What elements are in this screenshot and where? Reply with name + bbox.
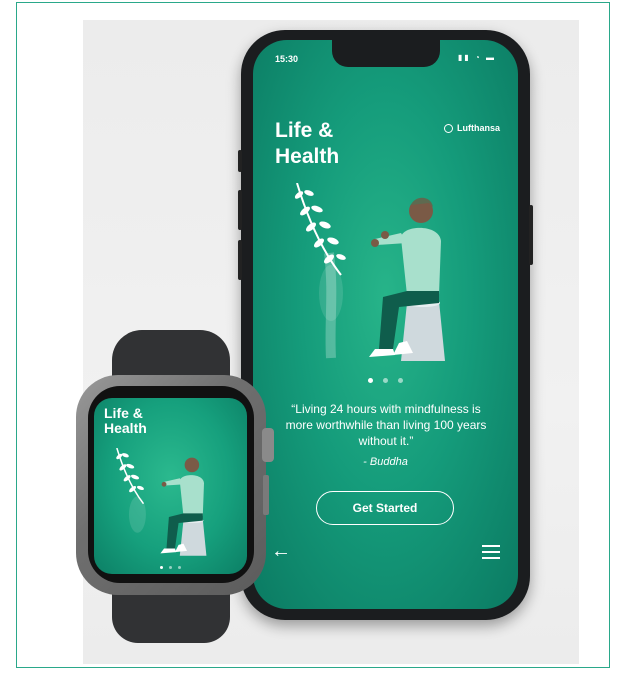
watch-side-button[interactable] <box>263 475 269 515</box>
arrow-left-icon[interactable]: ← <box>271 540 291 563</box>
phone-power-button <box>529 205 533 265</box>
carousel-dot[interactable] <box>368 378 373 383</box>
get-started-button[interactable]: Get Started <box>316 491 454 525</box>
watch-meditation-illustration <box>116 448 207 556</box>
hamburger-menu-icon[interactable] <box>482 545 500 563</box>
brand-name: Lufthansa <box>456 123 500 133</box>
carousel-dot[interactable] <box>178 566 181 569</box>
quote-author: - Buddha <box>363 456 408 468</box>
carousel-dots <box>253 378 518 383</box>
carousel-dot[interactable] <box>160 566 163 569</box>
phone-device: 15:30 ▮▮ ◔ ▬ Life & Health Lufthansa “Li… <box>238 30 533 620</box>
app-title: Life & Health <box>275 118 395 170</box>
app-title-line2: Health <box>275 145 340 168</box>
status-icons: ▮▮ ◔ ▬ <box>458 53 496 62</box>
phone-volume-up <box>238 190 242 230</box>
plant-icon <box>116 448 146 533</box>
watch-title-line1: Life & <box>104 405 143 421</box>
meditation-illustration <box>294 183 445 361</box>
watch-title-line2: Health <box>104 420 147 436</box>
carousel-dot[interactable] <box>383 378 388 383</box>
wifi-icon: ◔ <box>474 53 482 62</box>
battery-icon: ▬ <box>486 53 496 62</box>
lufthansa-crane-icon <box>443 123 453 133</box>
carousel-dot[interactable] <box>169 566 172 569</box>
watch-screen: Life & Health <box>94 398 247 574</box>
watch-app-title: Life & Health <box>104 406 147 436</box>
app-title-line1: Life & <box>275 119 334 142</box>
plant-icon <box>294 183 346 359</box>
brand-logo: Lufthansa <box>443 123 500 133</box>
phone-notch <box>332 40 440 67</box>
watch-carousel-dots <box>94 566 247 569</box>
carousel-dot[interactable] <box>398 378 403 383</box>
phone-volume-down <box>238 240 242 280</box>
signal-icon: ▮▮ <box>457 53 471 62</box>
status-time: 15:30 <box>275 54 299 64</box>
quote-text: “Living 24 hours with mindfulness is mor… <box>285 402 487 448</box>
phone-mute-switch <box>238 150 242 172</box>
phone-screen: 15:30 ▮▮ ◔ ▬ Life & Health Lufthansa “Li… <box>253 40 518 609</box>
digital-crown[interactable] <box>262 428 274 462</box>
